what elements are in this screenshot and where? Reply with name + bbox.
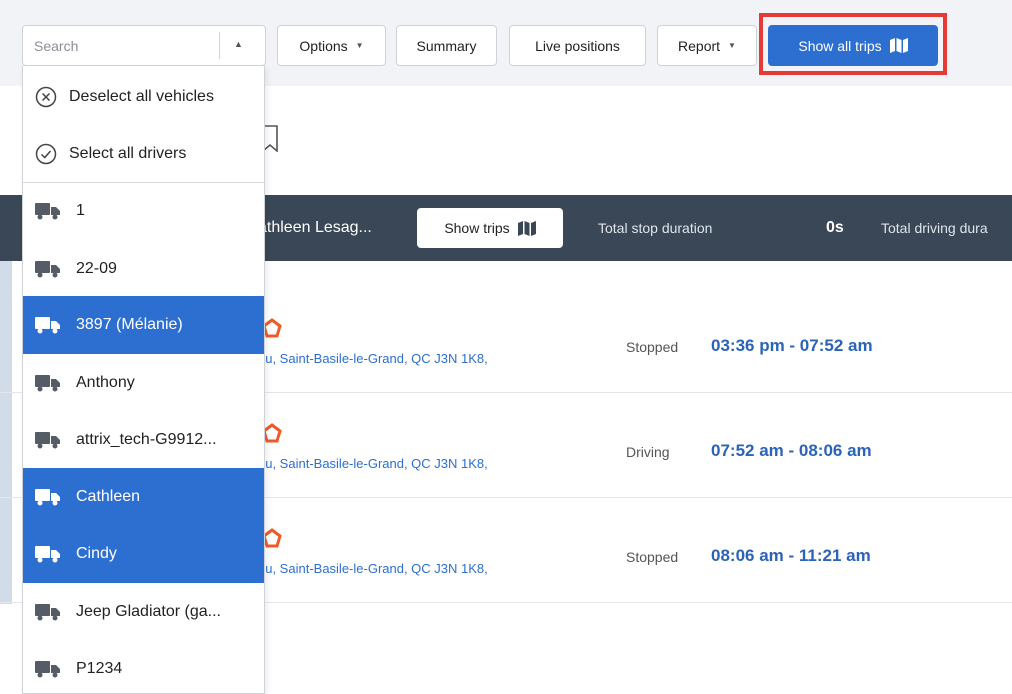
trip-state: Driving	[626, 444, 670, 460]
trip-address[interactable]: eu, Saint-Basile-le-Grand, QC J3N 1K8,	[258, 456, 488, 471]
highlight-box	[759, 13, 947, 75]
truck-icon	[35, 317, 60, 334]
truck-icon	[35, 604, 60, 621]
truck-icon	[35, 261, 60, 278]
trips-report-page: Search ▲ Options ▼ Summary Live position…	[0, 0, 1012, 694]
chevron-down-icon: ▼	[355, 41, 364, 50]
driver-name: athleen Lesag...	[258, 219, 372, 236]
select-all-drivers-option[interactable]: Select all drivers	[23, 125, 264, 183]
show-trips-label: Show trips	[444, 220, 510, 236]
deselect-all-vehicles-label: Deselect all vehicles	[69, 88, 214, 105]
vehicle-option[interactable]: 3897 (Mélanie)	[23, 296, 264, 354]
truck-icon	[35, 489, 60, 506]
vehicle-option[interactable]: Jeep Gladiator (ga...	[23, 583, 264, 641]
vehicle-option-label: 3897 (Mélanie)	[76, 316, 183, 333]
truck-icon	[35, 375, 60, 392]
truck-icon	[35, 546, 60, 563]
live-positions-button[interactable]: Live positions	[509, 25, 646, 66]
trip-state: Stopped	[626, 549, 679, 565]
vehicle-search-input[interactable]: Search ▲	[22, 25, 266, 66]
truck-icon	[35, 661, 60, 678]
vehicle-option[interactable]: attrix_tech-G9912...	[23, 411, 264, 469]
trip-address[interactable]: eu, Saint-Basile-le-Grand, QC J3N 1K8,	[258, 351, 488, 366]
vehicle-option-label: attrix_tech-G9912...	[76, 431, 217, 448]
vehicle-option-label: Cathleen	[76, 488, 141, 505]
truck-icon	[35, 432, 60, 449]
report-label: Report	[678, 37, 721, 54]
search-divider	[219, 32, 220, 59]
vehicle-option[interactable]: Cathleen	[23, 468, 264, 526]
chevron-up-icon[interactable]: ▲	[234, 39, 243, 49]
trip-state: Stopped	[626, 339, 679, 355]
total-driving-duration-label: Total driving dura	[881, 220, 988, 236]
total-stop-duration-label: Total stop duration	[598, 220, 713, 236]
truck-icon	[35, 203, 60, 220]
vehicle-option-label: Jeep Gladiator (ga...	[76, 603, 221, 620]
x-circle-icon	[35, 86, 57, 108]
vehicle-option[interactable]: 1	[23, 182, 264, 240]
select-all-drivers-label: Select all drivers	[69, 145, 187, 162]
live-positions-label: Live positions	[535, 37, 620, 54]
total-stop-duration-value: 0s	[826, 219, 844, 236]
trip-address[interactable]: eu, Saint-Basile-le-Grand, QC J3N 1K8,	[258, 561, 488, 576]
summary-button[interactable]: Summary	[396, 25, 497, 66]
trip-time: 08:06 am - 11:21 am	[711, 546, 871, 565]
vehicle-option-label: 22-09	[76, 260, 117, 277]
vehicle-option-label: P1234	[76, 660, 123, 677]
vehicle-option[interactable]: 22-09	[23, 240, 264, 298]
show-trips-button[interactable]: Show trips	[417, 208, 563, 248]
check-circle-icon	[35, 143, 57, 165]
deselect-all-vehicles-option[interactable]: Deselect all vehicles	[23, 68, 264, 126]
vehicle-option-label: Cindy	[76, 545, 117, 562]
vehicle-option[interactable]: P1234	[23, 640, 264, 693]
map-icon	[517, 220, 536, 236]
search-placeholder: Search	[34, 38, 79, 54]
chevron-down-icon: ▼	[728, 41, 736, 50]
vehicle-option-label: Anthony	[76, 374, 135, 391]
vehicle-option[interactable]: Anthony	[23, 354, 264, 412]
vehicle-dropdown: Deselect all vehicles Select all drivers…	[22, 66, 265, 694]
vehicle-option-label: 1	[76, 202, 85, 219]
vehicle-option[interactable]: Cindy	[23, 525, 264, 583]
options-label: Options	[299, 37, 348, 54]
trip-time: 03:36 pm - 07:52 am	[711, 336, 873, 355]
trip-time: 07:52 am - 08:06 am	[711, 441, 872, 460]
report-button[interactable]: Report ▼	[657, 25, 757, 66]
summary-label: Summary	[416, 37, 477, 54]
options-button[interactable]: Options ▼	[277, 25, 386, 66]
